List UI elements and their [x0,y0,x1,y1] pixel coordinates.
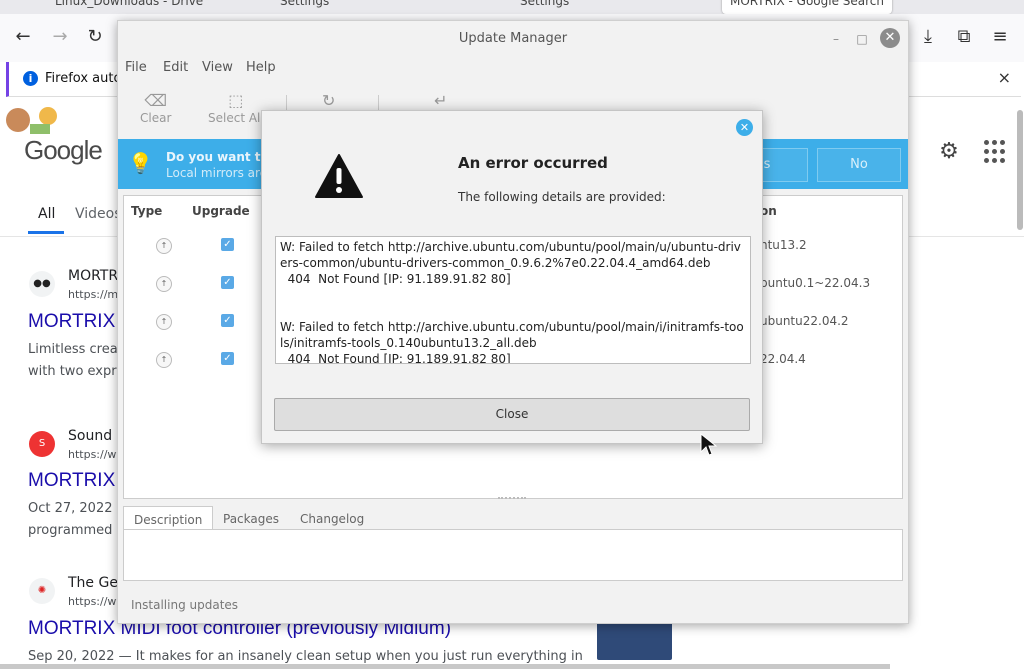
select-all-button[interactable]: ⬚ Select All [208,91,264,125]
error-message: W: Failed to fetch http://archive.ubuntu… [280,320,744,350]
upgrade-checkbox[interactable]: ✓ [221,314,234,327]
browser-tab[interactable]: Settings [520,0,569,8]
update-type-icon: ↑ [156,276,172,292]
menu-edit[interactable]: Edit [163,60,188,75]
refresh-button[interactable]: ↻ [322,91,335,111]
browser-tab-bar: Linux_Downloads - Drive Settings Setting… [0,0,1024,14]
menu-bar: File Edit View Help [118,57,908,79]
download-icon[interactable]: ⤓ [918,27,938,47]
result-title-link[interactable]: MORTRIX [28,311,115,333]
browser-tab[interactable]: Settings [280,0,329,8]
pane-resize-handle[interactable] [498,497,526,503]
site-favicon: ✺ [29,578,55,604]
browser-tab[interactable]: Linux_Downloads - Drive [55,0,203,8]
update-type-icon: ↑ [156,352,172,368]
upgrade-checkbox[interactable]: ✓ [221,352,234,365]
notification-text: Firefox auto [45,71,122,86]
warning-icon [315,154,363,198]
lightbulb-icon: 💡 [128,151,153,175]
clear-button[interactable]: ⌫ Clear [140,91,171,125]
upgrade-checkbox[interactable]: ✓ [221,238,234,251]
banner-title: Do you want to [166,150,269,164]
apps-grid-icon[interactable] [984,140,1008,164]
info-icon: i [23,71,38,86]
tab-all[interactable]: All [38,206,55,222]
result-title-link[interactable]: MORTRIX [28,470,115,492]
close-button[interactable]: Close [274,398,750,431]
version-text: 22.04.4 [760,352,806,366]
extensions-icon[interactable]: ⧉ [954,27,974,47]
site-favicon: ●● [29,271,55,297]
browser-tab-active[interactable]: MORTRIX - Google Search [722,0,893,14]
site-favicon: S [29,431,55,457]
forward-icon[interactable]: → [50,27,70,47]
error-status: 404 Not Found [IP: 91.189.91.82 80] [280,272,511,286]
result-snippet: programmed a [28,523,125,538]
status-text: Installing updates [131,598,239,612]
result-snippet: Oct 27, 2022 - [28,501,122,516]
banner-text: Local mirrors are [166,166,268,180]
update-type-icon: ↑ [156,314,172,330]
error-status: 404 Not Found [IP: 91.189.91.82 80] [280,352,511,364]
result-thumbnail[interactable] [597,618,672,660]
tab-videos[interactable]: Videos [75,206,122,222]
menu-file[interactable]: File [125,60,147,75]
horizontal-scrollbar[interactable] [0,664,890,669]
version-text: buntu0.1~22.04.3 [760,276,871,290]
column-upgrade[interactable]: Upgrade [192,204,250,218]
error-dialog: ✕ An error occurred The following detail… [261,110,763,444]
window-title: Update Manager [458,31,568,46]
mouse-cursor-icon [700,433,718,456]
minimize-icon[interactable]: – [828,31,844,47]
upgrade-checkbox[interactable]: ✓ [221,276,234,289]
dialog-title: An error occurred [458,154,608,172]
result-snippet: Limitless creat [28,342,123,357]
clear-label: Clear [140,111,172,125]
install-button[interactable]: ↵ [434,91,447,111]
result-site-name: MORTR [68,268,119,284]
gear-icon[interactable]: ⚙ [937,140,961,164]
dialog-close-button[interactable]: ✕ [736,119,753,136]
clear-icon: ⌫ [144,91,167,110]
back-icon[interactable]: ← [13,27,33,47]
reload-icon[interactable]: ↻ [85,27,105,47]
select-all-label: Select All [208,111,264,125]
menu-help[interactable]: Help [246,60,276,75]
window-close-button[interactable]: ✕ [880,28,900,48]
result-snippet: with two expre [28,364,125,379]
version-text: ntu13.2 [760,238,807,252]
scrollbar[interactable] [1017,110,1023,230]
refresh-icon: ↻ [322,91,336,110]
result-snippet: Sep 20, 2022 — It makes for an insanely … [28,649,583,664]
dialog-subtitle: The following details are provided: [458,190,666,204]
description-pane [123,529,903,581]
menu-view[interactable]: View [202,60,233,75]
menu-icon[interactable]: ≡ [990,27,1010,47]
column-type[interactable]: Type [131,204,162,218]
google-logo[interactable]: Google [24,135,103,166]
error-details-textbox[interactable]: W: Failed to fetch http://archive.ubuntu… [275,236,751,364]
active-tab-indicator [28,231,64,234]
google-doodle[interactable] [0,100,70,140]
banner-no-button[interactable]: No [817,148,901,182]
update-type-icon: ↑ [156,238,172,254]
maximize-icon[interactable]: □ [854,31,870,47]
install-icon: ↵ [434,91,448,110]
error-message: W: Failed to fetch http://archive.ubuntu… [280,240,741,270]
version-text: ubuntu22.04.2 [760,314,849,328]
select-all-icon: ⬚ [228,91,244,110]
close-icon[interactable]: × [998,68,1011,87]
